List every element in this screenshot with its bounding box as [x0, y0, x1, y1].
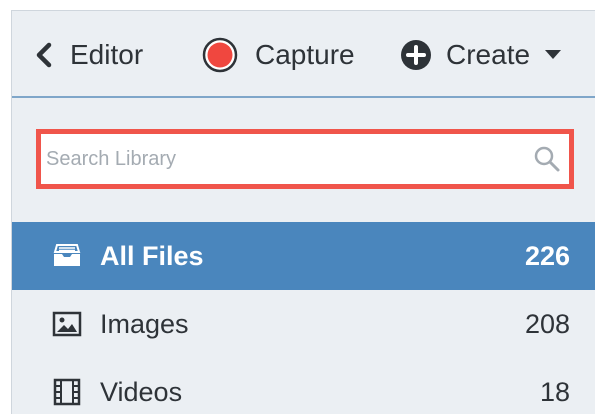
create-button[interactable]: Create: [400, 11, 562, 98]
library-panel: Editor Capture Create Search Library All…: [11, 10, 595, 414]
library-item-label: Images: [100, 309, 189, 339]
library-item-label: All Files: [100, 241, 204, 271]
search-icon[interactable]: [533, 145, 561, 173]
editor-label: Editor: [70, 38, 144, 70]
capture-button[interactable]: Capture: [202, 11, 355, 98]
toolbar: Editor Capture Create: [12, 11, 595, 98]
library-item-count: 18: [539, 377, 570, 407]
library-item-videos[interactable]: Videos 18: [12, 358, 595, 414]
library-item-label: Videos: [100, 377, 183, 407]
library-item-count: 208: [524, 309, 570, 339]
image-icon: [52, 311, 82, 337]
library-item-all-files[interactable]: All Files 226: [12, 222, 595, 290]
capture-label: Capture: [255, 38, 355, 70]
search-input[interactable]: [46, 139, 536, 179]
library-item-count: 226: [524, 241, 570, 271]
editor-button[interactable]: Editor: [36, 11, 143, 98]
chevron-left-icon: [36, 42, 52, 67]
search-box: [36, 129, 574, 189]
plus-circle-icon: [401, 39, 431, 70]
record-icon: [202, 37, 238, 72]
caret-down-icon[interactable]: [544, 49, 562, 61]
library-list: All Files 226 Images 208 Videos 18: [12, 222, 595, 414]
inbox-icon: [53, 244, 81, 266]
library-item-images[interactable]: Images 208: [12, 290, 595, 358]
film-icon: [53, 378, 81, 406]
create-label: Create: [446, 38, 531, 70]
